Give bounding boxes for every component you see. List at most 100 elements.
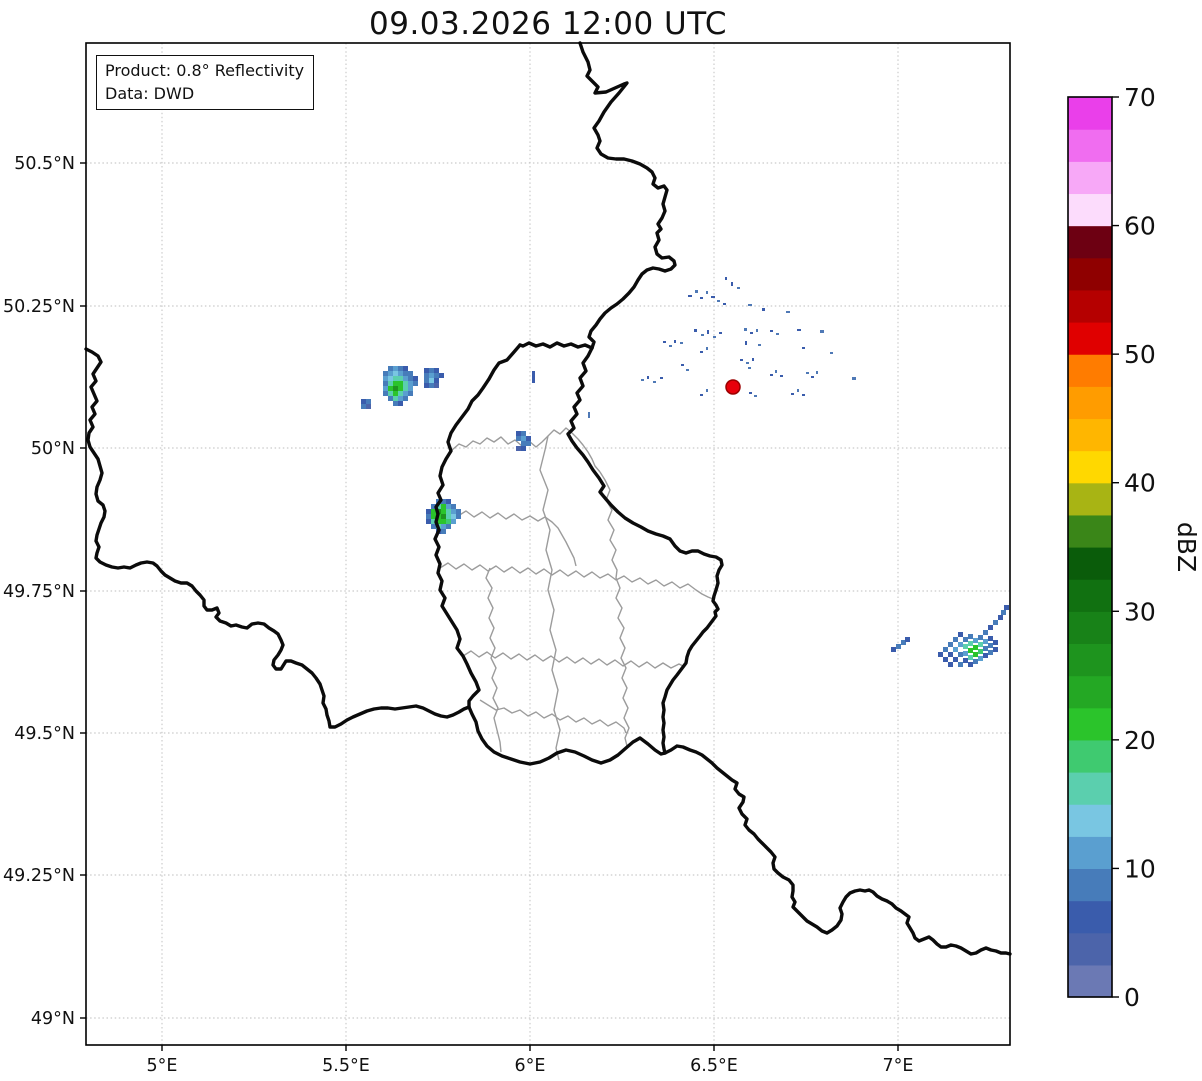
radar-echo-cell <box>383 371 388 376</box>
district-border <box>463 651 685 668</box>
radar-speckle <box>745 341 747 345</box>
radar-speckle <box>754 395 757 397</box>
colorbar-segment <box>1068 708 1112 741</box>
radar-speckle <box>723 303 726 305</box>
radar-speckle <box>797 389 799 392</box>
radar-echo-cell <box>398 396 403 401</box>
radar-echo-cell <box>413 381 418 386</box>
radar-speckle <box>686 369 689 371</box>
radar-echo-cell <box>393 401 398 406</box>
colorbar-tick-label: 60 <box>1124 212 1156 241</box>
colorbar-segment <box>1068 547 1112 580</box>
country-border <box>86 349 469 727</box>
colorbar-segment <box>1068 451 1112 484</box>
radar-speckle <box>806 372 809 374</box>
x-tick-label: 5.5°E <box>322 1056 370 1076</box>
radar-echo-cell <box>388 386 393 391</box>
radar-echo-cell <box>1004 605 1009 610</box>
radar-figure: 09.03.2026 12:00 UTC Product: 0.8° Refle… <box>0 0 1202 1081</box>
radar-speckle <box>681 364 684 366</box>
radar-echo-cell <box>403 396 408 401</box>
radar-echo-cell <box>403 386 408 391</box>
radar-echo-cell <box>958 662 963 667</box>
radar-echo-cell <box>988 643 993 648</box>
radar-echo-cell <box>441 519 446 524</box>
radar-echo-cell <box>434 373 439 378</box>
y-tick-label: 49.75°N <box>3 582 75 602</box>
colorbar-tick-label: 70 <box>1124 83 1156 112</box>
radar-echo-cell <box>451 504 456 509</box>
radar-speckle <box>748 367 751 369</box>
radar-echo-cell <box>953 647 958 652</box>
radar-echo-cell <box>424 383 429 388</box>
radar-speckle <box>816 371 818 374</box>
district-border <box>480 700 626 733</box>
radar-speckle <box>752 358 754 361</box>
country-border <box>568 348 722 753</box>
radar-echo-cell <box>403 371 408 376</box>
radar-echo-cell <box>424 373 429 378</box>
y-tick-label: 50.25°N <box>3 297 75 317</box>
colorbar-segment <box>1068 611 1112 644</box>
radar-echo-cell <box>398 386 403 391</box>
radar-echo-cell <box>441 514 446 519</box>
radar-echo-cell <box>973 645 978 650</box>
country-border <box>665 746 1010 954</box>
x-tick-label: 6°E <box>515 1056 546 1076</box>
radar-speckle <box>711 296 715 298</box>
radar-speckle <box>641 379 644 381</box>
radar-speckle <box>680 342 683 344</box>
radar-echo-cell <box>441 504 446 509</box>
y-tick-label: 49.5°N <box>14 724 75 744</box>
radar-echo-cell <box>451 519 456 524</box>
radar-echo-cell <box>393 366 398 371</box>
colorbar-segment <box>1068 354 1112 387</box>
radar-echo-cell <box>361 399 366 404</box>
radar-speckle <box>780 375 783 377</box>
radar-echo-cell <box>983 646 988 651</box>
x-tick-label: 6.5°E <box>690 1056 738 1076</box>
colorbar-segment <box>1068 515 1112 548</box>
radar-echo-cell <box>521 441 526 446</box>
radar-speckle <box>588 412 590 418</box>
radar-speckle <box>802 347 805 349</box>
colorbar-segment <box>1068 901 1112 934</box>
radar-echo-cell <box>388 376 393 381</box>
radar-speckle <box>701 334 704 336</box>
colorbar-tick-label: 50 <box>1124 340 1156 369</box>
radar-echo-cell <box>388 366 393 371</box>
radar-echo-cell <box>426 519 431 524</box>
radar-speckle <box>706 347 708 350</box>
radar-echo-cell <box>943 647 948 652</box>
radar-echo-cell <box>403 366 408 371</box>
y-tick-label: 50.5°N <box>14 154 75 174</box>
radar-echo-cell <box>953 657 958 662</box>
radar-echo-cell <box>983 630 988 635</box>
radar-echo-cell <box>383 391 388 396</box>
radar-echo-cell <box>1001 610 1006 615</box>
radar-echo-cell <box>948 662 953 667</box>
radar-echo-cell <box>451 509 456 514</box>
radar-speckle <box>750 332 753 334</box>
colorbar-axis-label: dBZ <box>1172 522 1201 572</box>
radar-echo-cell <box>441 509 446 514</box>
radar-echo-cell <box>988 636 993 641</box>
radar-echo-cell <box>446 504 451 509</box>
radar-speckle <box>776 333 779 335</box>
radar-speckle <box>700 351 703 353</box>
radar-echo-cell <box>429 368 434 373</box>
plot-frame <box>86 43 1010 1045</box>
colorbar-tick-label: 20 <box>1124 726 1156 755</box>
radar-speckle <box>830 352 833 354</box>
radar-echo-cell <box>446 499 451 504</box>
radar-echo-cell <box>948 642 953 647</box>
radar-echo-cell <box>408 386 413 391</box>
colorbar-tick-label: 40 <box>1124 469 1156 498</box>
colorbar-segment <box>1068 483 1112 516</box>
product-info-line2: Data: DWD <box>105 82 304 105</box>
radar-echo-cell <box>426 509 431 514</box>
radar-echo-cell <box>429 383 434 388</box>
colorbar-segment <box>1068 740 1112 773</box>
colorbar-tick-label: 10 <box>1124 854 1156 883</box>
radar-speckle <box>713 336 716 338</box>
